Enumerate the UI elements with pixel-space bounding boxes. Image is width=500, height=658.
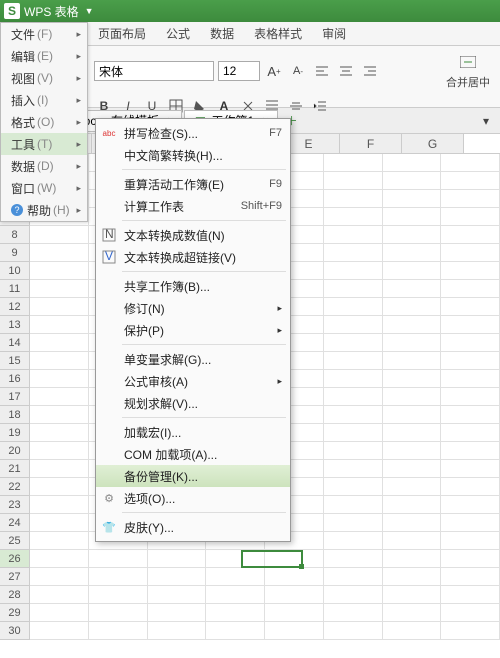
context-menu-item[interactable]: 保护(P)▸ xyxy=(96,319,290,341)
menu-item[interactable]: ?帮助(H)▸ xyxy=(1,199,87,221)
ribbon-tab-data[interactable]: 数据 xyxy=(200,22,244,45)
tools-submenu: abc拼写检查(S)...F7中文简繁转换(H)... 重算活动工作簿(E)F9计… xyxy=(95,118,291,542)
row-header[interactable]: 25 xyxy=(0,532,30,550)
row-headers: 4567891011121314151617181920212223242526… xyxy=(0,154,30,658)
context-menu-item[interactable]: 备份管理(K)... xyxy=(96,465,290,487)
link-icon: V xyxy=(101,249,117,265)
svg-text:V: V xyxy=(105,250,113,263)
context-menu-item[interactable]: 单变量求解(G)... xyxy=(96,348,290,370)
font-size-select[interactable]: 12 xyxy=(218,61,260,81)
row-header[interactable]: 20 xyxy=(0,442,30,460)
gear-icon: ⚙ xyxy=(101,490,117,506)
menu-item[interactable]: 工具(T)▸ xyxy=(1,133,87,155)
menu-item[interactable]: 窗口(W)▸ xyxy=(1,177,87,199)
increase-font-icon[interactable]: A+ xyxy=(264,61,284,81)
shirt-icon: 👕 xyxy=(101,519,117,535)
row-header[interactable]: 22 xyxy=(0,478,30,496)
context-menu-item[interactable]: 中文简繁转换(H)... xyxy=(96,144,290,166)
menu-item[interactable]: 视图(V)▸ xyxy=(1,67,87,89)
context-menu-item[interactable]: 共享工作簿(B)... xyxy=(96,275,290,297)
title-bar: S WPS 表格 ▼ xyxy=(0,0,500,22)
merge-label: 合并居中 xyxy=(446,74,490,90)
row-header[interactable]: 12 xyxy=(0,298,30,316)
num-icon: N xyxy=(101,227,117,243)
context-menu-item[interactable]: 👕皮肤(Y)... xyxy=(96,516,290,538)
tab-list-icon[interactable]: ▾ xyxy=(476,111,496,131)
menu-item[interactable]: 编辑(E)▸ xyxy=(1,45,87,67)
row-header[interactable]: 17 xyxy=(0,388,30,406)
row-header[interactable]: 28 xyxy=(0,586,30,604)
ribbon-tab-review[interactable]: 审阅 xyxy=(312,22,356,45)
column-header[interactable]: G xyxy=(402,134,464,153)
row-header[interactable]: 14 xyxy=(0,334,30,352)
row-header[interactable]: 8 xyxy=(0,226,30,244)
menu-item[interactable]: 数据(D)▸ xyxy=(1,155,87,177)
column-header[interactable]: F xyxy=(340,134,402,153)
context-menu-item[interactable]: V文本转换成超链接(V) xyxy=(96,246,290,268)
row-header[interactable]: 30 xyxy=(0,622,30,640)
context-menu-item[interactable]: abc拼写检查(S)...F7 xyxy=(96,122,290,144)
app-menu-dropdown-icon[interactable]: ▼ xyxy=(85,6,94,16)
row-header[interactable]: 21 xyxy=(0,460,30,478)
app-title: WPS 表格 xyxy=(24,3,79,20)
ribbon-tab-layout[interactable]: 页面布局 xyxy=(88,22,156,45)
classic-menu: 文件(F)▸编辑(E)▸视图(V)▸插入(I)▸格式(O)▸工具(T)▸数据(D… xyxy=(0,22,88,222)
font-family-select[interactable]: 宋体 xyxy=(94,61,214,81)
align-right-icon[interactable] xyxy=(360,61,380,81)
context-menu-item[interactable]: 规划求解(V)... xyxy=(96,392,290,414)
context-menu-item[interactable]: ⚙选项(O)... xyxy=(96,487,290,509)
context-menu-item[interactable]: 计算工作表Shift+F9 xyxy=(96,195,290,217)
abc-icon: abc xyxy=(101,125,117,141)
row-header[interactable]: 27 xyxy=(0,568,30,586)
row-header[interactable]: 10 xyxy=(0,262,30,280)
context-menu-item[interactable]: 重算活动工作簿(E)F9 xyxy=(96,173,290,195)
ribbon-tab-style[interactable]: 表格样式 xyxy=(244,22,312,45)
context-menu-item[interactable]: N文本转换成数值(N) xyxy=(96,224,290,246)
row-header[interactable]: 9 xyxy=(0,244,30,262)
app-logo-icon: S xyxy=(4,3,20,19)
row-header[interactable]: 26 xyxy=(0,550,30,568)
ribbon-tab-formula[interactable]: 公式 xyxy=(156,22,200,45)
row-header[interactable]: 15 xyxy=(0,352,30,370)
row-header[interactable]: 18 xyxy=(0,406,30,424)
align-left-icon[interactable] xyxy=(312,61,332,81)
row-header[interactable]: 29 xyxy=(0,604,30,622)
menu-item[interactable]: 插入(I)▸ xyxy=(1,89,87,111)
menu-item[interactable]: 格式(O)▸ xyxy=(1,111,87,133)
row-header[interactable]: 11 xyxy=(0,280,30,298)
decrease-font-icon[interactable]: A- xyxy=(288,61,308,81)
row-header[interactable]: 23 xyxy=(0,496,30,514)
context-menu-item[interactable]: 修订(N)▸ xyxy=(96,297,290,319)
row-header[interactable]: 24 xyxy=(0,514,30,532)
menu-item[interactable]: 文件(F)▸ xyxy=(1,23,87,45)
context-menu-item[interactable]: 公式审核(A)▸ xyxy=(96,370,290,392)
row-header[interactable]: 16 xyxy=(0,370,30,388)
row-header[interactable]: 13 xyxy=(0,316,30,334)
align-center-icon[interactable] xyxy=(336,61,356,81)
merge-cells-icon[interactable] xyxy=(457,52,479,72)
row-header[interactable]: 19 xyxy=(0,424,30,442)
context-menu-item[interactable]: COM 加载项(A)... xyxy=(96,443,290,465)
svg-text:N: N xyxy=(105,228,114,241)
indent-button[interactable] xyxy=(310,96,330,116)
context-menu-item[interactable]: 加载宏(I)... xyxy=(96,421,290,443)
